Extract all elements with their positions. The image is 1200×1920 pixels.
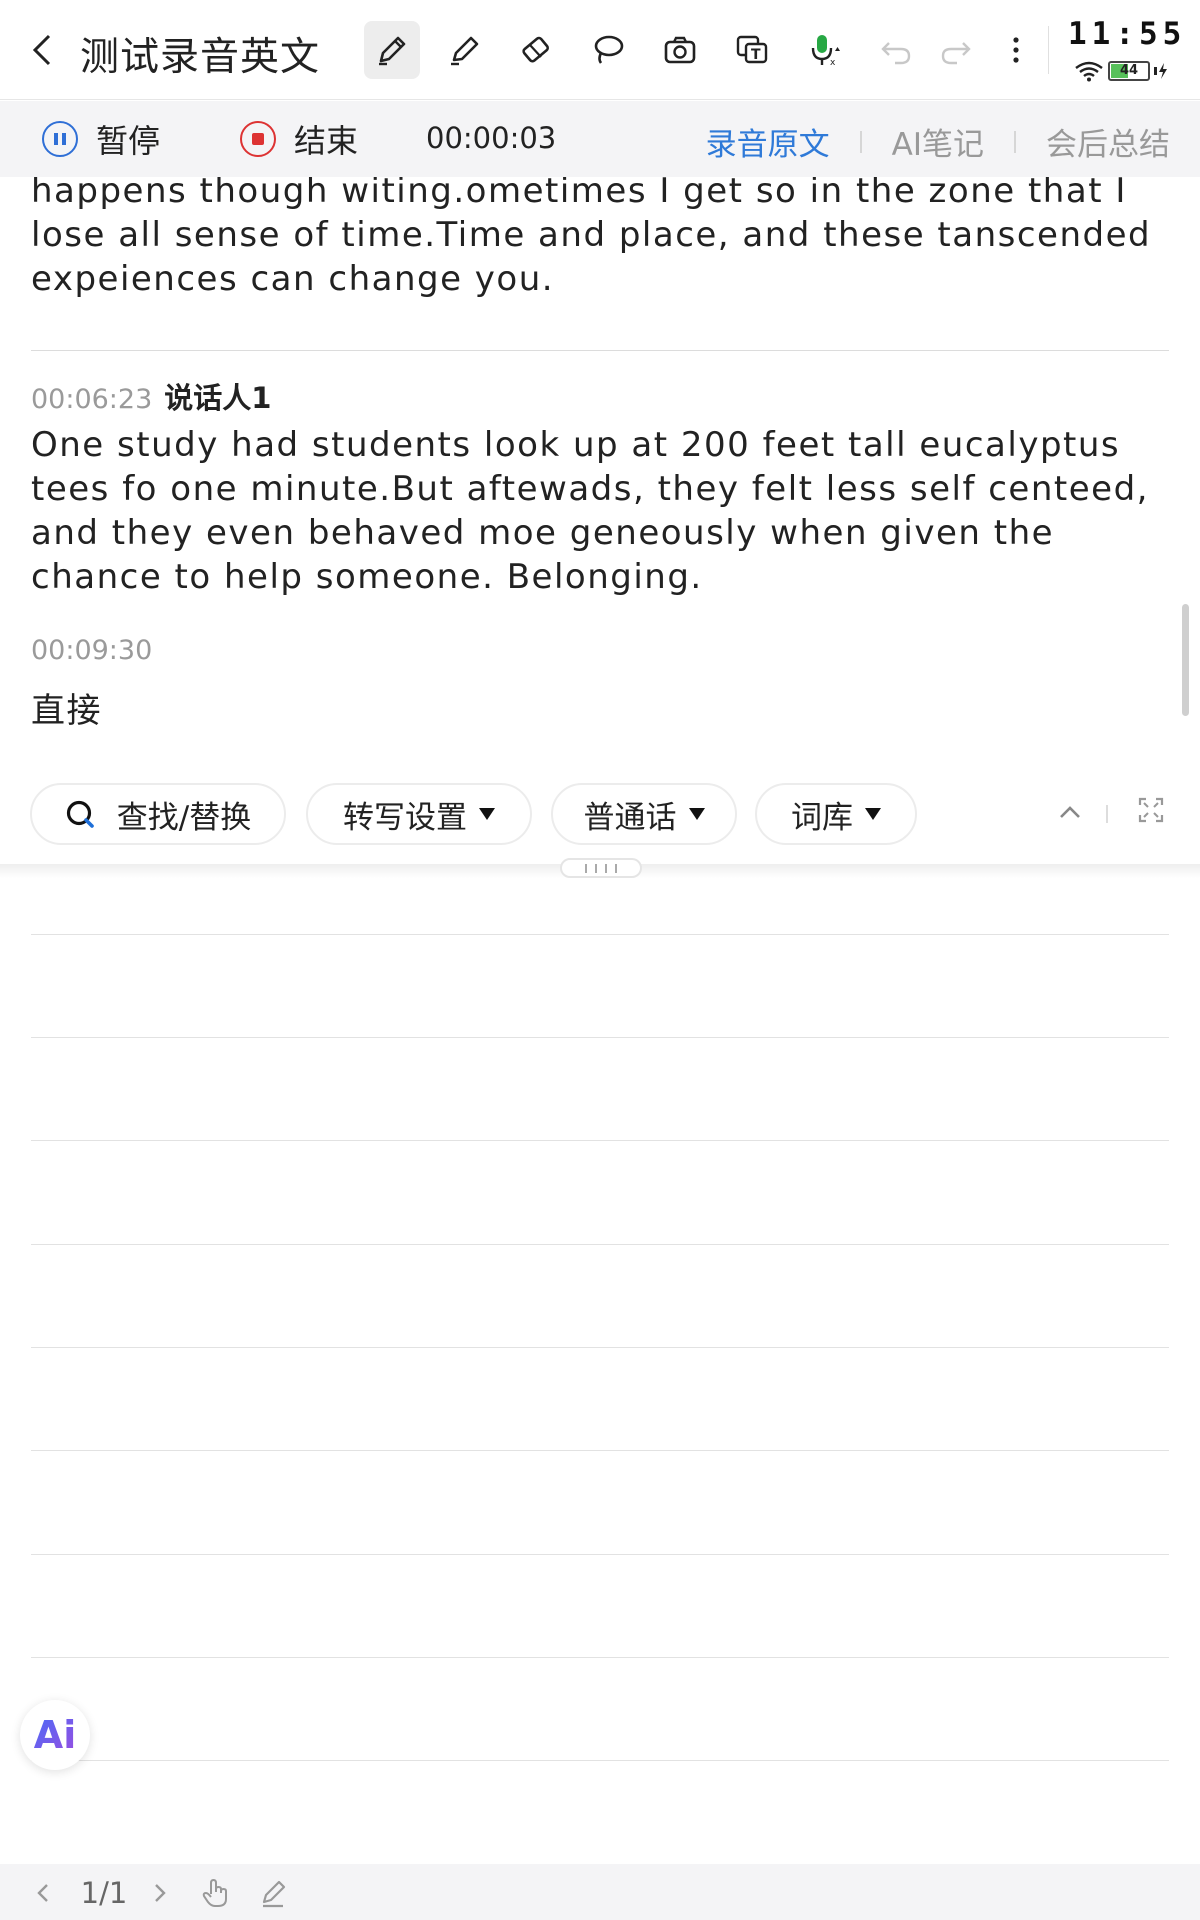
note-line bbox=[31, 1347, 1169, 1348]
expand-icon[interactable] bbox=[1136, 795, 1166, 825]
back-icon[interactable] bbox=[22, 28, 62, 72]
text-recognize-icon[interactable]: T bbox=[724, 21, 780, 79]
caret-down-icon bbox=[865, 808, 881, 820]
transcribe-settings-dropdown[interactable]: 转写设置 bbox=[306, 783, 532, 845]
end-label: 结束 bbox=[294, 122, 359, 160]
battery-level: 44 bbox=[1119, 63, 1139, 78]
next-page-icon[interactable] bbox=[148, 1876, 172, 1910]
speaker-label: 说话人1 bbox=[164, 381, 272, 415]
search-icon bbox=[66, 800, 94, 828]
redo-icon[interactable] bbox=[928, 21, 984, 79]
mic-icon[interactable]: x bbox=[796, 21, 852, 79]
ai-assistant-button[interactable]: Ai bbox=[20, 1700, 90, 1770]
resize-handle[interactable] bbox=[560, 858, 642, 878]
wifi-icon bbox=[1075, 61, 1103, 82]
ai-button-label: Ai bbox=[33, 1713, 77, 1757]
action-divider bbox=[1106, 805, 1108, 823]
lasso-icon[interactable] bbox=[580, 21, 636, 79]
highlighter-icon[interactable] bbox=[436, 21, 492, 79]
pen-icon[interactable] bbox=[364, 21, 420, 79]
segment-text: One study had students look up at 200 fe… bbox=[31, 425, 1149, 597]
recording-timer: 00:00:03 bbox=[426, 121, 557, 155]
transcript-panel[interactable]: happens though witing.ometimes I get so … bbox=[0, 177, 1200, 757]
language-dropdown[interactable]: 普通话 bbox=[551, 783, 737, 845]
segment-timestamp: 00:06:23 bbox=[31, 384, 153, 415]
note-line bbox=[31, 1554, 1169, 1555]
note-line bbox=[31, 1037, 1169, 1038]
prev-page-icon[interactable] bbox=[28, 1876, 58, 1910]
caret-down-icon bbox=[479, 808, 495, 820]
status-clock: 11:55 bbox=[1068, 16, 1187, 52]
segment-header: 00:09:30 bbox=[31, 635, 164, 666]
camera-icon[interactable] bbox=[652, 21, 708, 79]
recording-bar: 暂停 结束 00:00:03 录音原文 AI笔记 会后总结 bbox=[0, 101, 1200, 177]
stop-icon bbox=[240, 121, 276, 157]
segment-divider bbox=[31, 350, 1169, 351]
caret-down-icon bbox=[688, 808, 705, 820]
segment-header: 00:06:23 说话人1 bbox=[31, 375, 271, 417]
view-tabs: 录音原文 AI笔记 会后总结 bbox=[706, 119, 1170, 164]
note-line bbox=[31, 934, 1169, 935]
eraser-icon[interactable] bbox=[508, 21, 564, 79]
segment-timestamp: 00:09:30 bbox=[31, 635, 153, 666]
charging-icon bbox=[1154, 63, 1167, 79]
tab-separator bbox=[859, 130, 862, 153]
svg-text:x: x bbox=[830, 58, 836, 68]
lexicon-dropdown[interactable]: 词库 bbox=[755, 783, 917, 845]
status-icons: 44 bbox=[1074, 58, 1174, 84]
transcript-scrollbar[interactable] bbox=[1182, 604, 1189, 716]
note-line bbox=[31, 1140, 1169, 1141]
end-button[interactable]: 结束 bbox=[240, 117, 358, 161]
toolbar-divider bbox=[1048, 26, 1049, 74]
segment-text: 直接 bbox=[31, 691, 102, 731]
find-replace-button[interactable]: 查找/替换 bbox=[30, 783, 286, 845]
battery-icon: 44 bbox=[1108, 61, 1150, 81]
tab-separator bbox=[1014, 130, 1016, 153]
top-toolbar: 测试录音英文 T x 11:55 44 bbox=[0, 0, 1200, 100]
svg-text:T: T bbox=[751, 47, 761, 63]
note-line bbox=[31, 1657, 1169, 1658]
note-line bbox=[31, 1450, 1169, 1451]
undo-icon[interactable] bbox=[868, 21, 924, 79]
tab-summary[interactable]: 会后总结 bbox=[1046, 119, 1170, 164]
pause-icon bbox=[42, 121, 78, 157]
transcript-partial-text: happens though witing.ometimes I get so … bbox=[31, 177, 1152, 299]
transcribe-settings-label: 转写设置 bbox=[343, 799, 467, 836]
tab-ai-notes[interactable]: AI笔记 bbox=[892, 119, 984, 164]
find-replace-label: 查找/替换 bbox=[116, 799, 252, 836]
pause-button[interactable]: 暂停 bbox=[42, 117, 160, 161]
pause-label: 暂停 bbox=[96, 122, 161, 160]
more-icon[interactable] bbox=[988, 21, 1044, 79]
note-line bbox=[31, 1244, 1169, 1245]
lexicon-label: 词库 bbox=[791, 799, 853, 836]
document-title: 测试录音英文 bbox=[80, 35, 321, 80]
transcript-actions: 查找/替换 转写设置 普通话 词库 bbox=[0, 783, 1200, 853]
note-line bbox=[31, 1760, 1169, 1761]
bottom-bar: 1/1 bbox=[0, 1864, 1200, 1920]
chevron-up-icon[interactable] bbox=[1055, 797, 1085, 827]
tab-transcript[interactable]: 录音原文 bbox=[706, 119, 830, 164]
hand-tool-icon[interactable] bbox=[198, 1876, 232, 1910]
language-label: 普通话 bbox=[583, 799, 677, 836]
edit-pen-icon[interactable] bbox=[256, 1876, 290, 1910]
page-indicator: 1/1 bbox=[80, 1876, 128, 1910]
